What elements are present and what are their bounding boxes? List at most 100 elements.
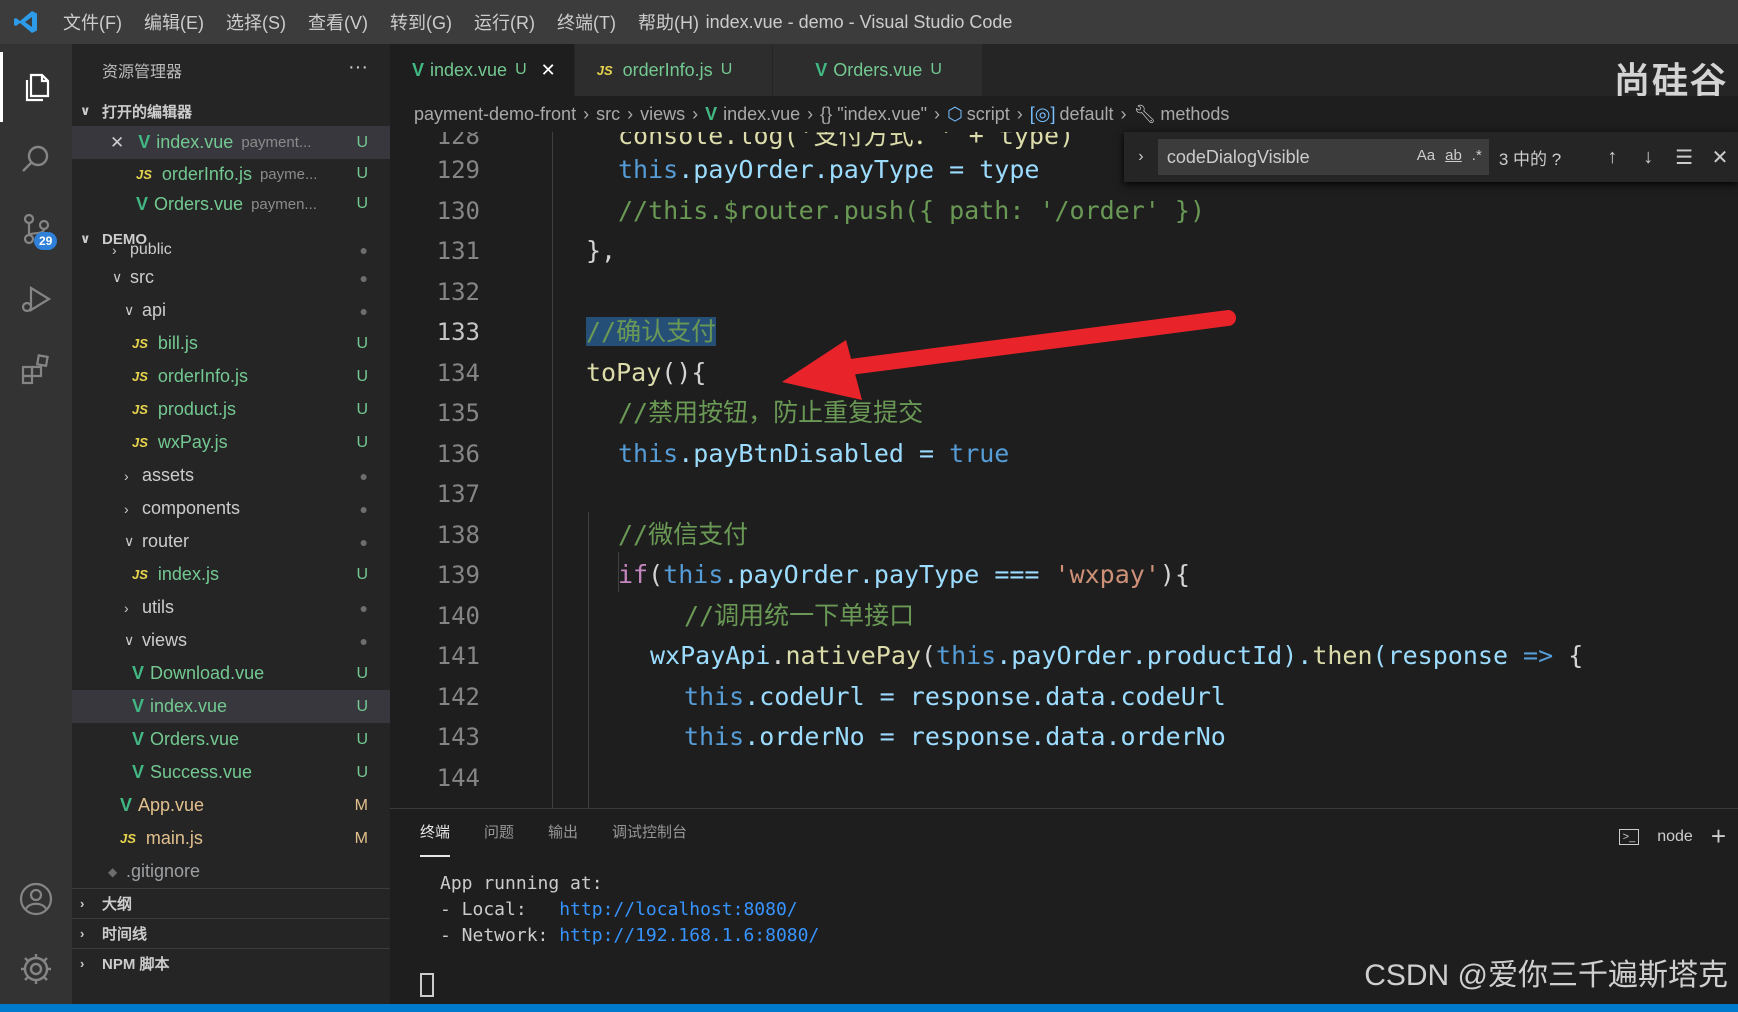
breadcrumb-item[interactable]: default xyxy=(1059,104,1113,125)
variable-icon: [◎] xyxy=(1029,103,1056,124)
breadcrumb-item[interactable]: script xyxy=(967,104,1010,125)
code-line: }, xyxy=(586,236,617,265)
tree-file[interactable]: V App.vue M xyxy=(72,789,390,822)
vue-file-icon: V xyxy=(132,729,145,749)
match-count: 3 中的 ? xyxy=(1498,149,1562,169)
tab-orders-vue[interactable]: V Orders.vue U xyxy=(773,44,983,96)
tab-output[interactable]: 输出 xyxy=(548,809,578,857)
run-debug-icon[interactable] xyxy=(0,264,72,334)
tab-terminal[interactable]: 终端 xyxy=(420,809,451,857)
tree-folder-utils[interactable]: › utils ● xyxy=(72,591,390,624)
breadcrumb-item[interactable]: views xyxy=(640,104,685,125)
menu-edit[interactable]: 编辑(E) xyxy=(133,9,215,35)
menu-go[interactable]: 转到(G) xyxy=(379,9,463,35)
menu-run[interactable]: 运行(R) xyxy=(463,9,546,35)
js-file-icon: JS xyxy=(132,402,148,417)
previous-match-arrow-up-icon[interactable]: ↑ xyxy=(1594,146,1630,169)
tree-file[interactable]: JS main.js M xyxy=(72,822,390,855)
js-file-icon: JS xyxy=(132,369,148,384)
explorer-icon[interactable] xyxy=(0,52,72,122)
tree-folder-views[interactable]: ∨ views ● xyxy=(72,624,390,657)
tree-folder-public[interactable]: › public ● xyxy=(72,239,390,261)
close-icon[interactable]: ✕ xyxy=(110,133,124,153)
chevron-down-icon: ∨ xyxy=(124,302,135,318)
menu-bar: 文件(F) 编辑(E) 选择(S) 查看(V) 转到(G) 运行(R) 终端(T… xyxy=(52,0,710,44)
vue-file-icon: V xyxy=(705,103,718,124)
js-file-icon: JS xyxy=(596,62,613,78)
local-url-link[interactable]: http://localhost:8080/ xyxy=(559,899,797,920)
toggle-replace-chevron-icon[interactable]: › xyxy=(1124,148,1158,166)
tree-folder-api[interactable]: ∨ api ● xyxy=(72,294,390,327)
tree-file[interactable]: V Success.vue U xyxy=(72,756,390,789)
open-editor-item[interactable]: ✕ Vindex.vue payment... U xyxy=(72,126,390,159)
search-icon[interactable] xyxy=(0,124,72,194)
chevron-down-icon: ∨ xyxy=(80,103,91,118)
open-editors-section[interactable]: ∨ 打开的编辑器 xyxy=(72,96,390,126)
menu-selection[interactable]: 选择(S) xyxy=(215,9,297,35)
settings-gear-icon[interactable] xyxy=(0,934,72,1004)
tree-file[interactable]: JS orderInfo.js U xyxy=(72,360,390,393)
menu-help[interactable]: 帮助(H) xyxy=(627,9,710,35)
tab-debug-console[interactable]: 调试控制台 xyxy=(612,809,687,857)
more-actions-icon[interactable]: ··· xyxy=(348,56,368,79)
tree-file-selected[interactable]: Vindex.vue U xyxy=(72,690,390,723)
npm-scripts-section[interactable]: › NPM 脚本 xyxy=(72,948,390,978)
account-icon[interactable] xyxy=(0,864,72,934)
terminal-selector[interactable]: node xyxy=(1657,828,1693,846)
code-line: wxPayApi.nativePay(this.payOrder.product… xyxy=(650,641,1584,670)
find-widget: › codeDialogVisible Aa ab .* 3 中的 ? ↑ ↓ … xyxy=(1124,132,1738,182)
close-icon[interactable]: ✕ xyxy=(1702,145,1738,170)
source-control-icon[interactable]: 29 xyxy=(0,194,72,264)
tree-file[interactable]: JS bill.js U xyxy=(72,327,390,360)
line-number-current: 133 xyxy=(436,318,480,346)
menu-view[interactable]: 查看(V) xyxy=(297,9,379,35)
code-line: this.payOrder.payType = type xyxy=(618,155,1040,184)
tree-file[interactable]: V Orders.vue U xyxy=(72,723,390,756)
wrench-icon: 🔧︎ xyxy=(1133,103,1157,124)
terminal-cursor xyxy=(420,973,434,997)
next-match-arrow-down-icon[interactable]: ↓ xyxy=(1630,146,1666,169)
close-icon[interactable]: ✕ xyxy=(541,60,556,81)
vscode-logo-icon xyxy=(0,0,52,44)
tree-folder-src[interactable]: ∨ src ● xyxy=(72,261,390,294)
indent-guide xyxy=(588,512,589,808)
tree-file[interactable]: ◆ .gitignore xyxy=(72,855,390,888)
tree-folder-router[interactable]: ∨ router ● xyxy=(72,525,390,558)
scm-badge: 29 xyxy=(34,232,58,250)
timeline-section[interactable]: › 时间线 xyxy=(72,918,390,948)
find-in-selection-icon[interactable]: ☰ xyxy=(1666,145,1702,170)
outline-section[interactable]: › 大纲 xyxy=(72,888,390,918)
tree-folder-assets[interactable]: › assets ● xyxy=(72,459,390,492)
code-line: //调用统一下单接口 xyxy=(684,601,915,630)
tab-index-vue[interactable]: Vindex.vue U ✕ xyxy=(390,44,575,96)
terminal-output[interactable]: App running at: - Local: http://localhost… xyxy=(440,871,819,949)
menu-terminal[interactable]: 终端(T) xyxy=(546,9,627,35)
breadcrumb-item[interactable]: index.vue xyxy=(723,104,800,125)
line-number: 135 xyxy=(436,399,480,427)
network-url-link[interactable]: http://192.168.1.6:8080/ xyxy=(559,925,819,946)
new-terminal-plus-icon[interactable]: + xyxy=(1711,821,1726,852)
tab-problems[interactable]: 问题 xyxy=(484,809,514,857)
tree-folder-components[interactable]: › components ● xyxy=(72,492,390,525)
tab-orderinfo-js[interactable]: JS orderInfo.js U xyxy=(574,44,774,96)
tree-file[interactable]: JS index.js U xyxy=(72,558,390,591)
tree-file[interactable]: JS wxPay.js U xyxy=(72,426,390,459)
match-word-button[interactable]: ab xyxy=(1445,147,1462,164)
tree-file[interactable]: V Download.vue U xyxy=(72,657,390,690)
match-case-button[interactable]: Aa xyxy=(1417,147,1435,164)
chevron-down-icon: ∨ xyxy=(124,533,135,549)
find-input[interactable]: codeDialogVisible Aa ab .* xyxy=(1157,139,1489,175)
open-editor-item[interactable]: JS orderInfo.js payme... U xyxy=(72,159,390,189)
breadcrumb-item[interactable]: src xyxy=(596,104,620,125)
extensions-icon[interactable] xyxy=(0,334,72,404)
menu-file[interactable]: 文件(F) xyxy=(52,9,133,35)
chevron-right-icon: › xyxy=(124,500,129,517)
code-editor[interactable]: 128 129 130 131 132 133 134 135 136 137 … xyxy=(390,132,1738,808)
breadcrumb-item[interactable]: methods xyxy=(1160,104,1229,125)
js-file-icon: JS xyxy=(132,336,148,351)
open-editor-item[interactable]: V Orders.vue paymen... U xyxy=(72,189,390,219)
breadcrumb-item[interactable]: {} "index.vue" xyxy=(820,104,927,125)
tree-file[interactable]: JS product.js U xyxy=(72,393,390,426)
breadcrumb-item[interactable]: payment-demo-front xyxy=(414,104,576,125)
regex-button[interactable]: .* xyxy=(1472,147,1482,164)
